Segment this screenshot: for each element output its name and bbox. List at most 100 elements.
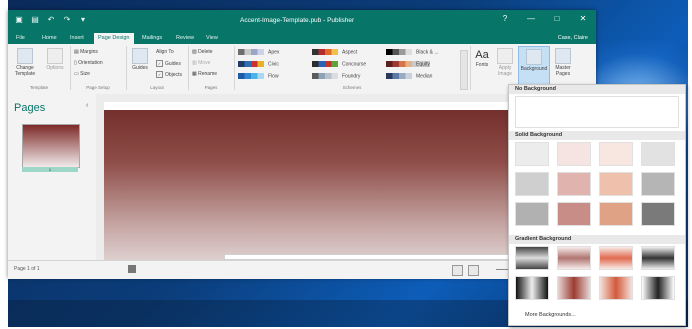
scheme-swatch: [238, 73, 264, 79]
align-to-label: Align To: [156, 49, 174, 55]
objects-checkbox[interactable]: ✓ Objects: [156, 71, 182, 78]
scheme-item[interactable]: Foundry: [312, 73, 360, 79]
scheme-item[interactable]: Aspect: [312, 49, 357, 55]
gradient-background-tile[interactable]: [641, 276, 675, 300]
account-name[interactable]: Case, Claire: [558, 33, 588, 44]
move-label: Move: [198, 60, 211, 66]
single-page-view-icon[interactable]: [452, 265, 463, 276]
gradient-background-tile[interactable]: [599, 246, 633, 270]
scheme-item[interactable]: Equity: [386, 61, 430, 68]
background-icon: [526, 49, 542, 65]
scheme-item[interactable]: Black & ...: [386, 49, 439, 55]
scheme-scroll[interactable]: [460, 50, 468, 90]
solid-background-tile[interactable]: [599, 202, 633, 226]
master-pages-button[interactable]: Master Pages: [550, 48, 576, 77]
scheme-name: Concourse: [342, 61, 367, 68]
gradient-background-tile[interactable]: [557, 276, 591, 300]
guides-button[interactable]: Guides: [128, 48, 152, 71]
apply-image-icon: [497, 48, 513, 64]
redo-icon[interactable]: ↷: [62, 15, 72, 25]
two-page-view-icon[interactable]: [468, 265, 479, 276]
close-button[interactable]: ✕: [570, 10, 596, 28]
rename-label: Rename: [198, 71, 218, 77]
solid-background-tile[interactable]: [515, 172, 549, 196]
gradient-background-tile[interactable]: [515, 276, 549, 300]
window-title: Accent-Image-Template.pub - Publisher: [240, 17, 355, 24]
scheme-item[interactable]: Apex: [238, 49, 279, 55]
options-button[interactable]: Options: [42, 48, 68, 71]
undo-icon[interactable]: ↶: [46, 15, 56, 25]
scheme-item[interactable]: Concourse: [312, 61, 366, 67]
solid-background-tile[interactable]: [515, 202, 549, 226]
master-pages-icon: [555, 48, 571, 64]
tab-mailings[interactable]: Mailings: [138, 33, 166, 44]
page-setup-group-label: Page Setup: [86, 85, 110, 90]
gradient-background-tile[interactable]: [599, 276, 633, 300]
scheme-name: Foundry: [342, 73, 361, 80]
tab-review[interactable]: Review: [172, 33, 198, 44]
guides-label: Guides: [132, 65, 148, 71]
margins-label: Margins: [80, 49, 98, 55]
gradient-background-tile[interactable]: [515, 246, 549, 270]
tab-view[interactable]: View: [202, 33, 222, 44]
page-thumbnail[interactable]: [22, 124, 80, 168]
layout-group-label: Layout: [150, 85, 164, 90]
help-button[interactable]: ?: [492, 10, 518, 28]
options-icon: [47, 48, 63, 64]
no-background-tile[interactable]: [515, 96, 679, 128]
move-page-button[interactable]: ▥ Move: [192, 60, 210, 66]
maximize-button[interactable]: □: [544, 10, 570, 28]
tab-page-design[interactable]: Page Design: [94, 33, 134, 44]
solid-background-tile[interactable]: [641, 202, 675, 226]
fonts-label: Fonts: [475, 62, 489, 68]
app-icon[interactable]: ▣: [14, 15, 24, 25]
ribbon-tabs: File Home Insert Page Design Mailings Re…: [8, 32, 596, 44]
minimize-button[interactable]: —: [518, 10, 544, 28]
delete-page-button[interactable]: ▧ Delete: [192, 49, 213, 55]
size-button[interactable]: ▭ Size: [74, 71, 90, 77]
page-count-status[interactable]: Page 1 of 1: [14, 266, 40, 272]
collapse-pane-icon[interactable]: ‹: [86, 102, 88, 109]
template-icon: [17, 48, 33, 64]
solid-background-tile[interactable]: [641, 142, 675, 166]
scheme-item[interactable]: Civic: [238, 61, 279, 67]
scheme-name: Apex: [268, 49, 280, 56]
scheme-swatch: [312, 61, 338, 67]
tab-file[interactable]: File: [12, 33, 29, 44]
template-group-label: Template: [29, 85, 49, 90]
scheme-swatch: [386, 61, 412, 67]
orientation-button[interactable]: ▯ Orientation: [74, 60, 103, 66]
solid-background-tile[interactable]: [515, 142, 549, 166]
tab-insert[interactable]: Insert: [66, 33, 88, 44]
solid-background-tile[interactable]: [557, 142, 591, 166]
solid-background-tile[interactable]: [641, 172, 675, 196]
tab-home[interactable]: Home: [38, 33, 61, 44]
solid-background-header: Solid Background: [509, 131, 685, 140]
margins-button[interactable]: ▤ Margins: [74, 49, 98, 55]
guides-checkbox-label: Guides: [165, 60, 181, 67]
customize-qat-icon[interactable]: ▾: [78, 15, 88, 25]
rename-page-button[interactable]: ▦ Rename: [192, 71, 217, 77]
gradient-background-tile[interactable]: [557, 246, 591, 270]
right-border: [688, 0, 692, 329]
solid-background-tile[interactable]: [557, 172, 591, 196]
scheme-item[interactable]: Median: [386, 73, 432, 79]
more-backgrounds-link[interactable]: More Backgrounds...: [525, 312, 576, 318]
objects-check-icon: ✓: [156, 71, 163, 78]
solid-background-tile[interactable]: [557, 202, 591, 226]
change-template-button[interactable]: Change Template: [10, 48, 40, 77]
layout-status-icon[interactable]: [128, 265, 136, 273]
fonts-button[interactable]: Aa Fonts: [472, 48, 492, 68]
solid-background-tile[interactable]: [599, 172, 633, 196]
save-icon[interactable]: ▤: [30, 15, 40, 25]
guides-checkbox[interactable]: ✓ Guides: [156, 60, 181, 67]
pages-group-label: Pages: [204, 85, 218, 90]
gradient-background-tile[interactable]: [641, 246, 675, 270]
apply-image-button[interactable]: Apply Image: [494, 48, 516, 77]
apply-image-label: Apply Image: [498, 65, 512, 77]
scheme-name: Flow: [268, 73, 279, 80]
scheme-name: Median: [416, 73, 433, 80]
scheme-item[interactable]: Flow: [238, 73, 279, 79]
solid-background-tile[interactable]: [599, 142, 633, 166]
gradient-background-header: Gradient Background: [509, 235, 685, 244]
